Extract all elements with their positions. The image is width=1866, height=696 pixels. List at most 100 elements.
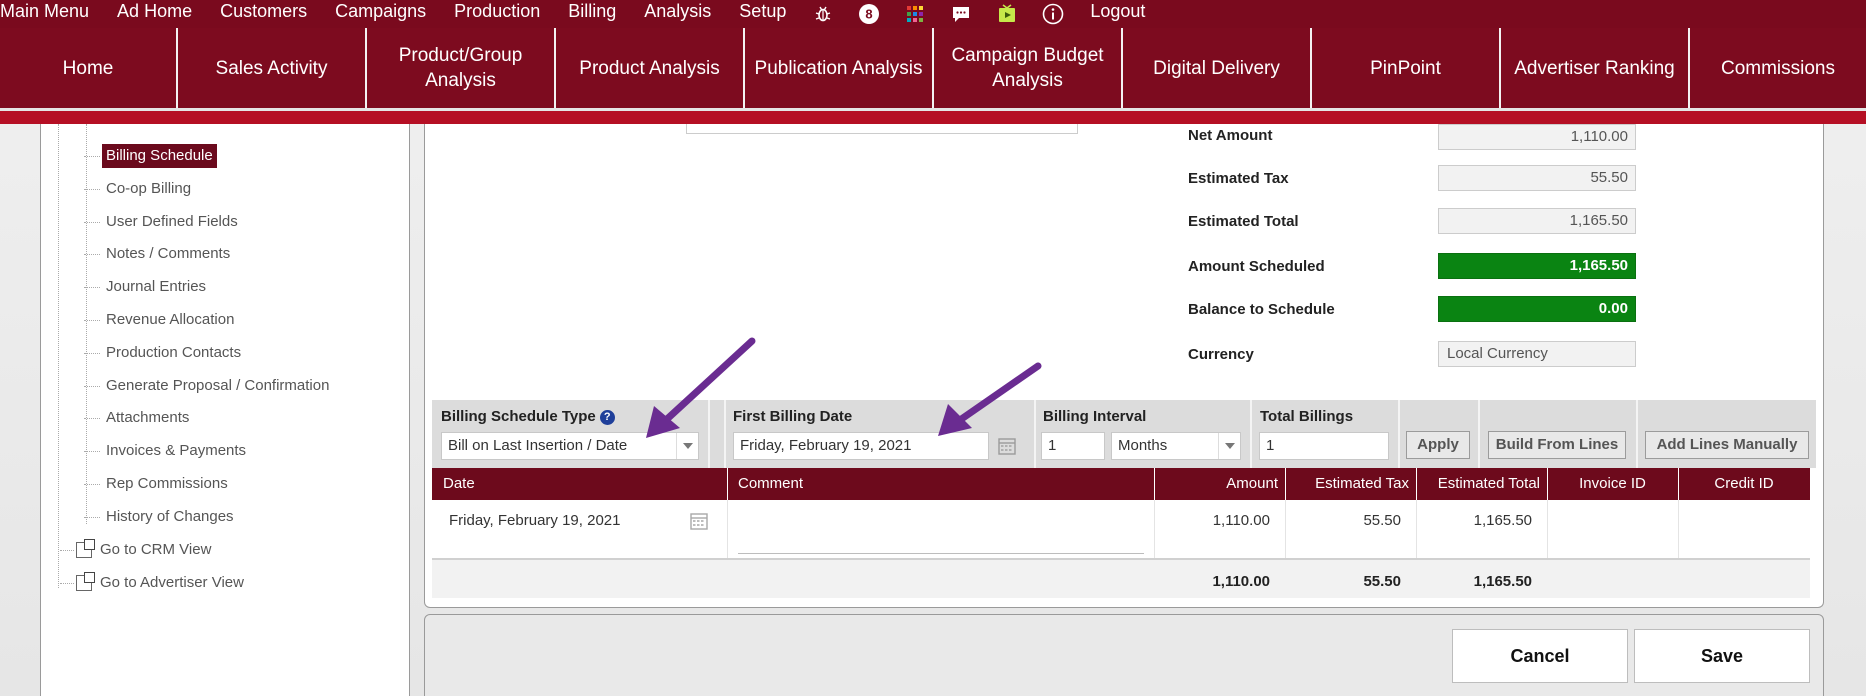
- external-link-icon: [76, 572, 95, 591]
- nav-product-group-analysis[interactable]: Product/Group Analysis: [367, 28, 556, 108]
- sidebar-item-invoices-payments[interactable]: Invoices & Payments: [83, 439, 250, 463]
- sidebar-item-rep-commissions[interactable]: Rep Commissions: [84, 472, 232, 496]
- cell-separator: [1416, 500, 1417, 558]
- net-amount-value: 1,110.00: [1438, 124, 1636, 150]
- nav-publication-analysis-label: Publication Analysis: [754, 57, 923, 79]
- save-button[interactable]: Save: [1634, 629, 1810, 683]
- billing-interval-unit-select[interactable]: Months: [1111, 432, 1241, 460]
- tree-connector: [86, 124, 87, 524]
- sidebar-item-co-op-billing[interactable]: Co-op Billing: [83, 177, 195, 201]
- row-amount-value: 1,110.00: [1212, 512, 1270, 529]
- currency-value: Local Currency: [1438, 341, 1636, 367]
- menu-customers[interactable]: Customers: [206, 0, 321, 28]
- menu-analysis[interactable]: Analysis: [630, 0, 725, 28]
- cell-separator: [1285, 500, 1286, 558]
- menu-setup[interactable]: Setup: [725, 0, 800, 28]
- column-header-estimated-tax[interactable]: Estimated Tax: [1285, 468, 1409, 500]
- controls-separator: [1034, 400, 1036, 468]
- go-to-advertiser-view-label: Go to Advertiser View: [100, 574, 244, 591]
- info-icon[interactable]: [1041, 3, 1065, 25]
- billing-schedule-type-label: Billing Schedule Type?: [441, 408, 615, 425]
- nav-commissions-label: Commissions: [1720, 57, 1836, 79]
- menu-campaigns[interactable]: Campaigns: [321, 0, 440, 28]
- amount-scheduled-label: Amount Scheduled: [1188, 258, 1325, 275]
- build-from-lines-button[interactable]: Build From Lines: [1488, 431, 1626, 459]
- calendar-icon[interactable]: [997, 436, 1017, 456]
- logout-link[interactable]: Logout: [1076, 0, 1159, 28]
- go-to-crm-view-label: Go to CRM View: [100, 541, 212, 558]
- sidebar-item-generate-proposal[interactable]: Generate Proposal / Confirmation: [83, 374, 333, 398]
- sidebar-item-billing-schedule[interactable]: Billing Schedule: [84, 144, 217, 168]
- chat-icon[interactable]: [949, 3, 973, 25]
- controls-separator: [1250, 400, 1252, 468]
- cell-separator: [1154, 500, 1155, 558]
- nav-product-analysis[interactable]: Product Analysis: [556, 28, 745, 108]
- menu-billing[interactable]: Billing: [554, 0, 630, 28]
- billing-schedule-type-value: Bill on Last Insertion / Date: [448, 437, 628, 454]
- first-billing-date-input[interactable]: Friday, February 19, 2021: [733, 432, 989, 460]
- controls-separator: [724, 400, 726, 468]
- bug-icon[interactable]: [811, 3, 835, 25]
- nav-product-group-analysis-label: Product/Group Analysis: [399, 43, 523, 93]
- sidebar-item-production-contacts[interactable]: Production Contacts: [83, 341, 245, 365]
- cell-separator: [727, 500, 728, 558]
- tree-connector-root: [58, 124, 59, 588]
- column-header-estimated-total[interactable]: Estimated Total: [1416, 468, 1540, 500]
- estimated-total-value: 1,165.50: [1438, 208, 1636, 234]
- media-play-icon[interactable]: [995, 3, 1019, 25]
- row-date-value[interactable]: Friday, February 19, 2021: [449, 512, 620, 529]
- nav-advertiser-ranking[interactable]: Advertiser Ranking: [1501, 28, 1690, 108]
- nav-campaign-budget-analysis[interactable]: Campaign Budget Analysis: [934, 28, 1123, 108]
- nav-publication-analysis[interactable]: Publication Analysis: [745, 28, 934, 108]
- sidebar-item-journal-entries[interactable]: Journal Entries: [83, 275, 210, 299]
- add-lines-manually-button[interactable]: Add Lines Manually: [1645, 431, 1809, 459]
- controls-separator: [1478, 400, 1480, 468]
- nav-sales-activity[interactable]: Sales Activity: [178, 28, 367, 108]
- nav-commissions[interactable]: Commissions: [1690, 28, 1866, 108]
- column-header-invoice-id[interactable]: Invoice ID: [1547, 468, 1678, 500]
- sidebar-item-notes-comments[interactable]: Notes / Comments: [83, 242, 234, 266]
- nav-pinpoint[interactable]: PinPoint: [1312, 28, 1501, 108]
- nav-home[interactable]: Home: [0, 28, 178, 108]
- balance-to-schedule-label: Balance to Schedule: [1188, 301, 1335, 318]
- row-comment-input[interactable]: [738, 510, 1144, 554]
- row-estimated-tax-value: 55.50: [1363, 512, 1401, 529]
- column-header-amount[interactable]: Amount: [1154, 468, 1278, 500]
- menu-production[interactable]: Production: [440, 0, 554, 28]
- billing-schedule-type-select[interactable]: Bill on Last Insertion / Date: [441, 432, 699, 460]
- cancel-button[interactable]: Cancel: [1452, 629, 1628, 683]
- input-box-fragment: [686, 124, 1078, 134]
- sidebar-item-revenue-allocation[interactable]: Revenue Allocation: [83, 308, 238, 332]
- menu-main-menu[interactable]: Main Menu: [0, 0, 103, 28]
- tree-connector-dot: [60, 549, 74, 551]
- external-link-icon: [76, 539, 95, 558]
- billing-schedule-type-text: Billing Schedule Type: [441, 408, 596, 425]
- go-to-crm-view-link[interactable]: Go to CRM View: [60, 538, 211, 562]
- nav-sales-activity-label: Sales Activity: [215, 57, 328, 79]
- notification-count-icon[interactable]: 8: [857, 3, 881, 25]
- go-to-advertiser-view-link[interactable]: Go to Advertiser View: [60, 571, 244, 595]
- menu-ad-home[interactable]: Ad Home: [103, 0, 206, 28]
- calendar-icon[interactable]: [689, 511, 709, 531]
- sidebar-item-history-of-changes[interactable]: History of Changes: [84, 505, 238, 529]
- help-icon[interactable]: ?: [599, 410, 615, 425]
- row-estimated-total-value: 1,165.50: [1473, 512, 1532, 529]
- nav-digital-delivery-label: Digital Delivery: [1153, 57, 1280, 79]
- top-menu-bar: Main Menu Ad Home Customers Campaigns Pr…: [0, 0, 1866, 28]
- sidebar-item-attachments[interactable]: Attachments: [83, 406, 193, 430]
- estimated-total-label: Estimated Total: [1188, 213, 1299, 230]
- total-billings-input[interactable]: 1: [1259, 432, 1389, 460]
- column-header-comment[interactable]: Comment: [738, 468, 803, 500]
- nav-campaign-budget-line1: Campaign Budget: [951, 45, 1104, 66]
- column-header-date[interactable]: Date: [443, 468, 475, 500]
- apply-button[interactable]: Apply: [1406, 431, 1470, 459]
- apps-grid-icon[interactable]: [903, 3, 927, 25]
- sidebar-item-user-defined-fields[interactable]: User Defined Fields: [84, 210, 242, 234]
- billing-interval-input[interactable]: 1: [1041, 432, 1105, 460]
- amount-scheduled-value: 1,165.50: [1438, 253, 1636, 279]
- controls-separator: [1398, 400, 1400, 468]
- column-header-credit-id[interactable]: Credit ID: [1678, 468, 1810, 500]
- nav-digital-delivery[interactable]: Digital Delivery: [1123, 28, 1312, 108]
- chevron-down-icon: [676, 433, 698, 459]
- app-window: Main Menu Ad Home Customers Campaigns Pr…: [0, 0, 1866, 696]
